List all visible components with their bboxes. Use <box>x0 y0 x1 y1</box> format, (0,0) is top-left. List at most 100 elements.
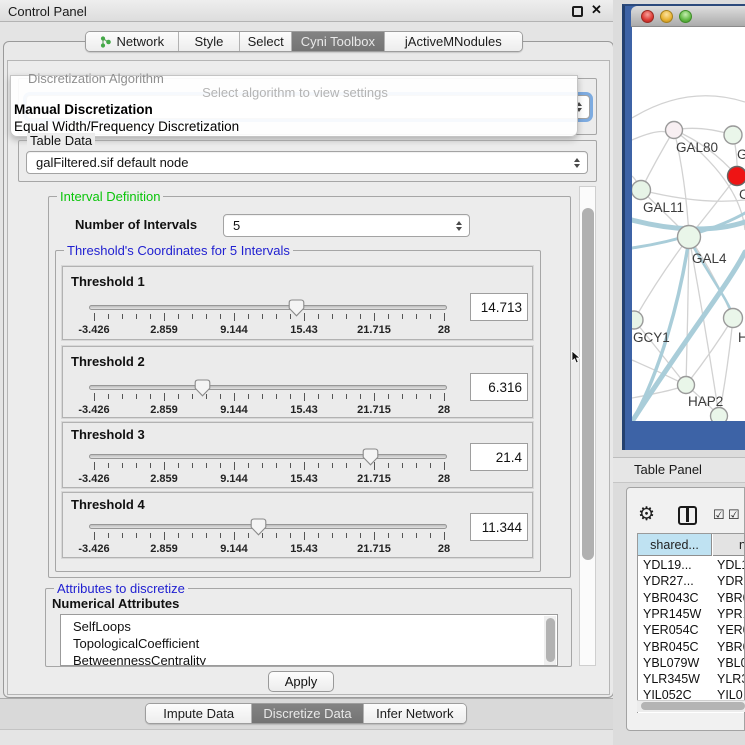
slider-tick <box>108 394 109 399</box>
table-row[interactable]: YLR345WYLR3 <box>638 671 745 687</box>
minimize-traffic-light-icon[interactable] <box>660 10 673 23</box>
zoom-traffic-light-icon[interactable] <box>679 10 692 23</box>
checkbox-icon[interactable]: ☑ <box>728 507 740 523</box>
slider-tick <box>248 314 249 319</box>
cell-shared-name: YDL19... <box>643 558 692 572</box>
node-right-top[interactable] <box>724 126 742 144</box>
tab-select[interactable]: Select <box>240 32 292 51</box>
slider-tick <box>206 314 207 319</box>
attribute-list-item[interactable]: TopologicalCoefficient <box>73 636 199 651</box>
node-selected-red[interactable] <box>728 167 745 186</box>
columns-icon[interactable] <box>678 506 697 525</box>
threshold-label: Threshold 1 <box>71 274 145 289</box>
popup-option-equal-width[interactable]: Equal Width/Frequency Discretization <box>14 119 239 134</box>
apply-button[interactable]: Apply <box>268 671 334 692</box>
cell-name: YER0 <box>717 623 745 637</box>
table-row[interactable]: YDL19...YDL1 <box>638 557 745 573</box>
node-attribute-table[interactable]: shared... n YDL19...YDL1YDR27...YDR2YBR0… <box>637 533 745 713</box>
tab-network[interactable]: Network <box>86 32 179 51</box>
number-of-intervals-label: Number of Intervals <box>75 217 197 232</box>
slider-thumb[interactable] <box>288 299 305 317</box>
slider-tick <box>374 313 375 321</box>
slider-thumb[interactable] <box>194 379 211 397</box>
slider-tick <box>430 314 431 319</box>
node-gal11[interactable] <box>632 181 651 200</box>
node-label-right-top: GA <box>737 147 745 162</box>
threshold-value-field[interactable]: 6.316 <box>470 373 528 401</box>
table-row[interactable]: YDR27...YDR2 <box>638 573 745 589</box>
numerical-attributes-list[interactable]: SelfLoops TopologicalCoefficient Betweenne… <box>60 614 558 666</box>
list-scrollbar-thumb[interactable] <box>546 618 555 662</box>
close-traffic-light-icon[interactable] <box>641 10 654 23</box>
table-row[interactable]: YBL079WYBL0 <box>638 655 745 671</box>
table-data-combo[interactable]: galFiltered.sif default node <box>26 151 588 174</box>
slider-track[interactable] <box>89 385 447 390</box>
slider-track[interactable] <box>89 454 447 459</box>
slider-thumb[interactable] <box>362 448 379 466</box>
slider-tick <box>94 393 95 401</box>
table-row[interactable]: YPR145WYPR1 <box>638 606 745 622</box>
table-row[interactable]: YBR043CYBR0 <box>638 590 745 606</box>
threshold-value-field[interactable]: 21.4 <box>470 443 528 471</box>
control-panel-tabs: NetworkStyleSelectCyni Toolbox jActiveMNo… <box>85 31 523 52</box>
list-scrollbar[interactable] <box>544 616 556 666</box>
slider-tick <box>164 462 165 470</box>
attribute-list-item[interactable]: SelfLoops <box>73 619 131 634</box>
slider-tick <box>402 394 403 399</box>
attribute-list-item[interactable]: BetweennessCentrality <box>73 653 206 666</box>
slider-tick-label: 21.715 <box>342 324 406 336</box>
node-gal4[interactable] <box>678 226 701 249</box>
slider-thumb[interactable] <box>250 518 267 536</box>
checkbox-icon[interactable]: ☑ <box>713 507 725 523</box>
column-header-name[interactable]: n <box>713 534 745 556</box>
table-panel-title: Table Panel <box>634 462 702 477</box>
number-of-intervals-combo[interactable]: 5 <box>223 214 470 237</box>
node-gcy1[interactable] <box>632 311 643 329</box>
tab-jactivemnodules[interactable]: jActiveMNodules <box>385 32 522 51</box>
threshold-panel-4: Threshold 4-3.4262.8599.14415.4321.71528… <box>62 492 533 558</box>
table-data-combo-value: galFiltered.sif default node <box>36 155 188 170</box>
tab-label: jActiveMNodules <box>405 34 502 49</box>
slider-tick <box>192 314 193 319</box>
slider-tick-label: 15.43 <box>272 324 336 336</box>
slider-tick-label: -3.426 <box>62 543 126 555</box>
node-label-right-h: H <box>738 330 745 345</box>
node-right-h[interactable] <box>724 309 743 328</box>
cell-shared-name: YBL079W <box>643 656 699 670</box>
tab-discretize-data[interactable]: Discretize Data <box>252 704 363 723</box>
slider-tick <box>388 533 389 538</box>
popup-option-manual[interactable]: Manual Discretization <box>14 102 153 117</box>
horizontal-scrollbar-thumb[interactable] <box>641 702 745 710</box>
gear-icon[interactable]: ⚙ <box>638 503 655 526</box>
threshold-value-field[interactable]: 14.713 <box>470 293 528 321</box>
slider-tick <box>332 533 333 538</box>
slider-tick <box>150 533 151 538</box>
node-label-red: C <box>739 187 745 202</box>
network-canvas[interactable]: GAL80 GA C GAL11 GAL4 GCY1 H HAP2 <box>632 27 745 421</box>
node-bottom-right[interactable] <box>711 408 728 422</box>
tab-style[interactable]: Style <box>179 32 241 51</box>
cyni-mode-tabs: Impute DataDiscretize DataInfer Network <box>145 703 467 724</box>
slider-tick <box>192 394 193 399</box>
column-header-shared-name[interactable]: shared... <box>638 534 712 556</box>
slider-tick-label: 15.43 <box>272 543 336 555</box>
slider-track[interactable] <box>89 305 447 310</box>
table-row[interactable]: YER054CYER0 <box>638 622 745 638</box>
node-gal80[interactable] <box>666 122 683 139</box>
threshold-value-field[interactable]: 11.344 <box>470 513 528 541</box>
tab-cyni-toolbox[interactable]: Cyni Toolbox <box>292 32 385 51</box>
close-icon[interactable]: ✕ <box>591 2 602 18</box>
slider-tick <box>192 463 193 468</box>
node-hap2[interactable] <box>678 377 695 394</box>
vertical-scrollbar-thumb[interactable] <box>582 208 594 560</box>
slider-tick <box>234 393 235 401</box>
combo-stepper-icon <box>456 221 462 231</box>
tab-impute-data[interactable]: Impute Data <box>146 704 252 723</box>
float-window-icon[interactable] <box>572 6 583 17</box>
tab-infer-network[interactable]: Infer Network <box>364 704 466 723</box>
table-row[interactable]: YBR045CYBR0 <box>638 639 745 655</box>
slider-tick <box>94 313 95 321</box>
slider-track[interactable] <box>89 524 447 529</box>
slider-tick <box>108 533 109 538</box>
cell-name: YLR3 <box>717 672 745 686</box>
